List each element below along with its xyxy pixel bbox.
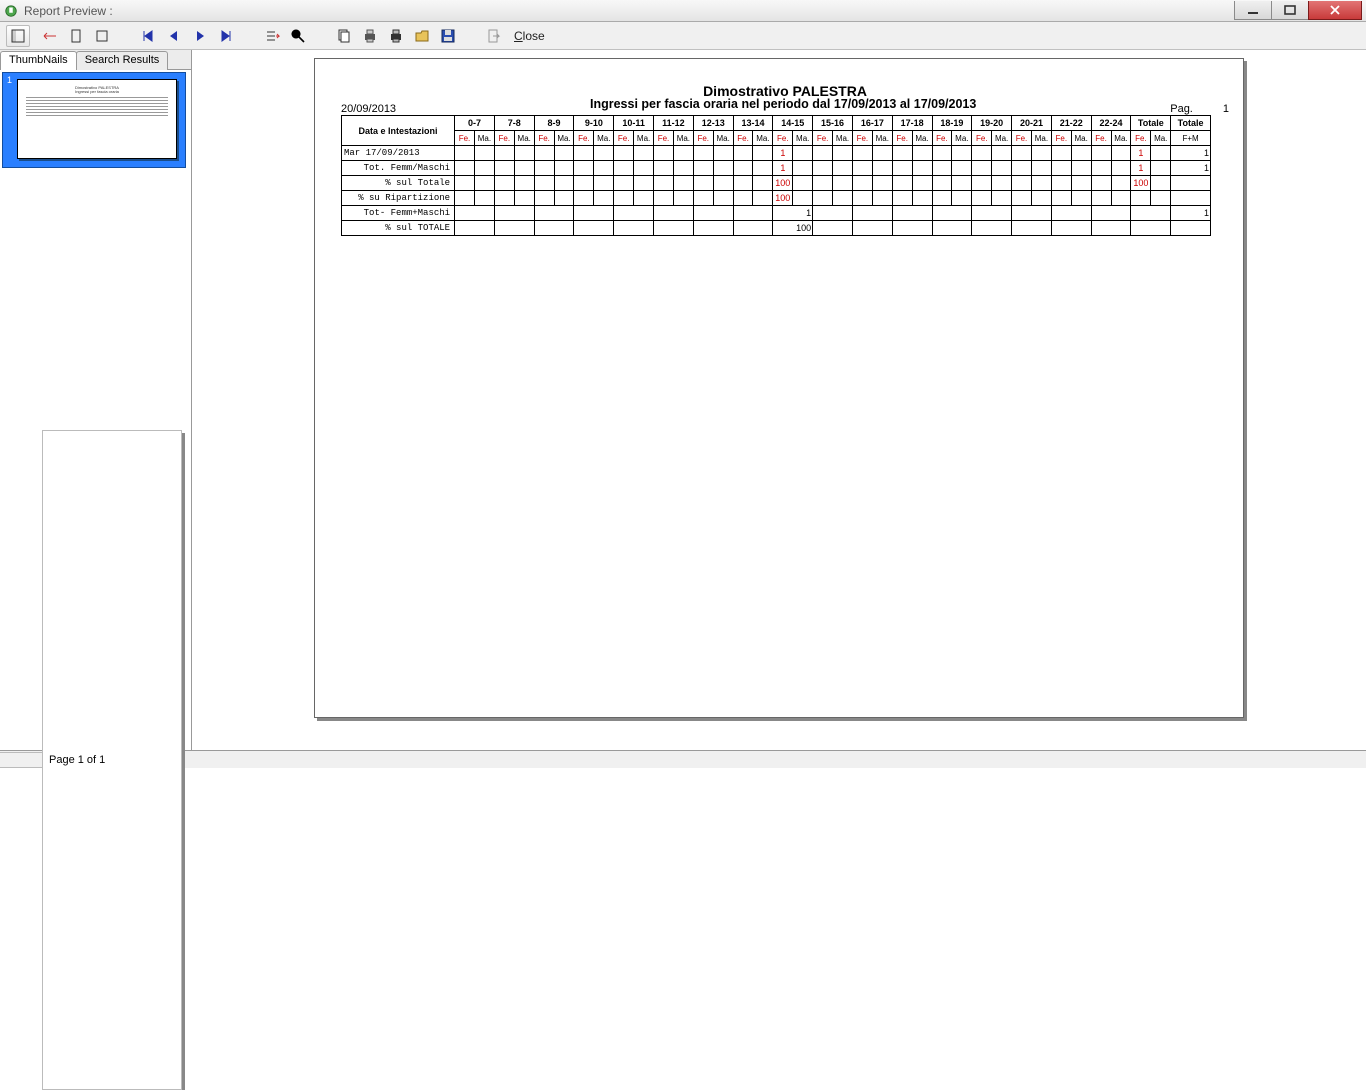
thumbnail-preview: Dimostrativo PALESTRAIngressi per fascia…	[17, 79, 177, 159]
window-title: Report Preview :	[24, 4, 1235, 18]
report-meta: 20/09/2013 Ingressi per fascia oraria ne…	[341, 101, 1229, 115]
thumbnail-number: 1	[7, 75, 12, 85]
side-tabs: ThumbNails Search Results	[0, 50, 191, 70]
tab-search-results[interactable]: Search Results	[76, 51, 169, 70]
next-page-button[interactable]	[188, 25, 212, 47]
status-page: Page 1 of 1	[42, 430, 182, 1090]
print-button[interactable]	[384, 25, 408, 47]
report-subtitle: Ingressi per fascia oraria nel periodo d…	[396, 97, 1170, 111]
prev-page-button[interactable]	[162, 25, 186, 47]
fit-page-button[interactable]	[64, 25, 88, 47]
table-row: Tot. Femm/Maschi111	[342, 161, 1211, 176]
close-button[interactable]: Close	[508, 27, 551, 45]
table-row: % su Ripartizione100	[342, 191, 1211, 206]
copy-button[interactable]	[332, 25, 356, 47]
search-button[interactable]	[286, 25, 310, 47]
last-page-button[interactable]	[214, 25, 238, 47]
page-label: Pag.	[1170, 103, 1193, 115]
actual-size-button[interactable]	[90, 25, 114, 47]
table-row: Tot- Femm+Maschi11	[342, 206, 1211, 221]
save-button[interactable]	[436, 25, 460, 47]
close-label: lose	[523, 29, 545, 43]
export-button[interactable]	[482, 25, 506, 47]
body: ThumbNails Search Results 1 Dimostrativo…	[0, 50, 1366, 750]
print-date: 20/09/2013	[341, 103, 396, 115]
status-bar: Page 1 of 1	[0, 750, 1366, 768]
report-viewer[interactable]: Dimostrativo PALESTRA 20/09/2013 Ingress…	[192, 50, 1366, 750]
close-window-button[interactable]	[1308, 1, 1362, 20]
table-header-row: Data e Intestazioni 0-7 7-8 8-9 9-10 10-…	[342, 116, 1211, 131]
window-controls	[1235, 1, 1362, 20]
jump-button[interactable]	[260, 25, 284, 47]
app-icon	[4, 4, 18, 18]
report-table: Data e Intestazioni 0-7 7-8 8-9 9-10 10-…	[341, 115, 1211, 236]
fit-width-button[interactable]	[38, 25, 62, 47]
table-row: % sul Totale100100	[342, 176, 1211, 191]
report-page: Dimostrativo PALESTRA 20/09/2013 Ingress…	[314, 58, 1244, 718]
table-subheader-row: Fe.Ma.Fe.Ma.Fe.Ma.Fe.Ma.Fe.Ma.Fe.Ma.Fe.M…	[342, 131, 1211, 146]
minimize-button[interactable]	[1234, 1, 1272, 20]
status-cell	[0, 752, 43, 768]
maximize-button[interactable]	[1271, 1, 1309, 20]
toggle-thumbnails-button[interactable]	[6, 25, 30, 47]
page-number: 1	[1223, 103, 1229, 115]
first-page-button[interactable]	[136, 25, 160, 47]
col-label-header: Data e Intestazioni	[342, 116, 455, 146]
open-button[interactable]	[410, 25, 434, 47]
thumbnail-item[interactable]: 1 Dimostrativo PALESTRAIngressi per fasc…	[2, 72, 186, 168]
table-row: % sul TOTALE100	[342, 221, 1211, 236]
window-titlebar: Report Preview :	[0, 0, 1366, 22]
tab-thumbnails[interactable]: ThumbNails	[0, 51, 77, 70]
toolbar: Close	[0, 22, 1366, 50]
table-row: Mar 17/09/2013111	[342, 146, 1211, 161]
print-setup-button[interactable]	[358, 25, 382, 47]
